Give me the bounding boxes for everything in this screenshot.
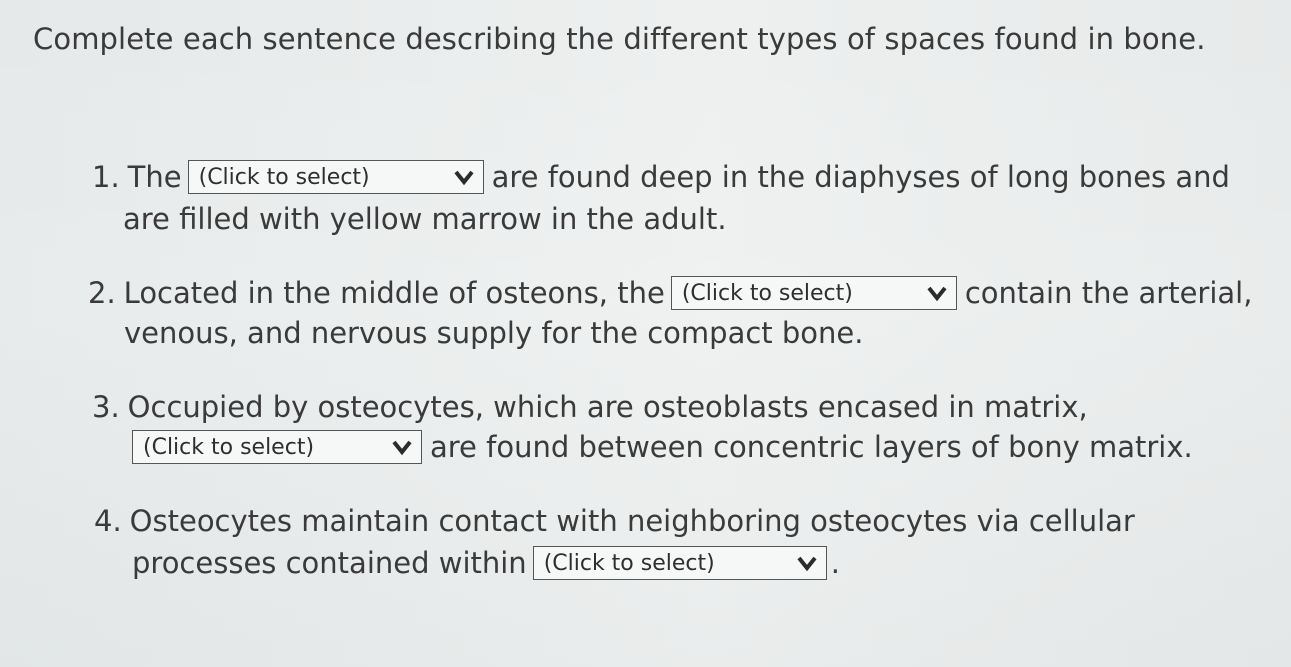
chevron-down-icon	[797, 556, 817, 572]
question-text: are found between concentric layers of b…	[430, 430, 1193, 464]
space-select-2[interactable]: (Click to select)	[670, 276, 957, 310]
dropdown-value: (Click to select)	[681, 280, 853, 306]
question-text: .	[830, 546, 840, 580]
question-4-line-1: 4. Osteocytes maintain contact with neig…	[94, 504, 1135, 538]
dropdown-value: (Click to select)	[143, 434, 315, 460]
question-3-line-1: 3. Occupied by osteocytes, which are ost…	[92, 390, 1088, 424]
chevron-down-icon	[392, 440, 412, 456]
question-3-line-2: (Click to select) are found between conc…	[132, 430, 1193, 464]
question-2-line-2: venous, and nervous supply for the compa…	[124, 316, 863, 350]
question-2-line-1: 2. Located in the middle of osteons, the…	[88, 276, 1252, 310]
chevron-down-icon	[454, 170, 474, 186]
space-select-1[interactable]: (Click to select)	[187, 160, 484, 194]
page: Complete each sentence describing the di…	[0, 0, 1291, 667]
question-number: 1.	[92, 160, 120, 194]
question-text: Occupied by osteocytes, which are osteob…	[127, 390, 1088, 424]
question-number: 4.	[94, 504, 122, 538]
question-text: are found deep in the diaphyses of long …	[491, 160, 1230, 194]
question-text: venous, and nervous supply for the compa…	[124, 316, 864, 350]
question-1-line-2: are filled with yellow marrow in the adu…	[123, 202, 727, 236]
question-number: 3.	[92, 390, 120, 424]
space-select-3[interactable]: (Click to select)	[132, 430, 422, 464]
question-text: Osteocytes maintain contact with neighbo…	[129, 504, 1135, 538]
question-number: 2.	[88, 276, 116, 310]
question-text: processes contained within	[132, 546, 527, 580]
question-text: The	[127, 160, 182, 194]
question-text: contain the arterial,	[964, 276, 1253, 310]
dropdown-value: (Click to select)	[198, 164, 370, 190]
question-4-line-2: processes contained within (Click to sel…	[132, 546, 840, 580]
question-text: Located in the middle of osteons, the	[123, 276, 665, 310]
space-select-4[interactable]: (Click to select)	[532, 546, 827, 580]
question-1-line-1: 1. The (Click to select) are found deep …	[92, 160, 1230, 194]
dropdown-value: (Click to select)	[543, 550, 715, 576]
chevron-down-icon	[927, 286, 947, 302]
instruction-text: Complete each sentence describing the di…	[33, 22, 1206, 56]
question-text: are filled with yellow marrow in the adu…	[123, 202, 727, 236]
